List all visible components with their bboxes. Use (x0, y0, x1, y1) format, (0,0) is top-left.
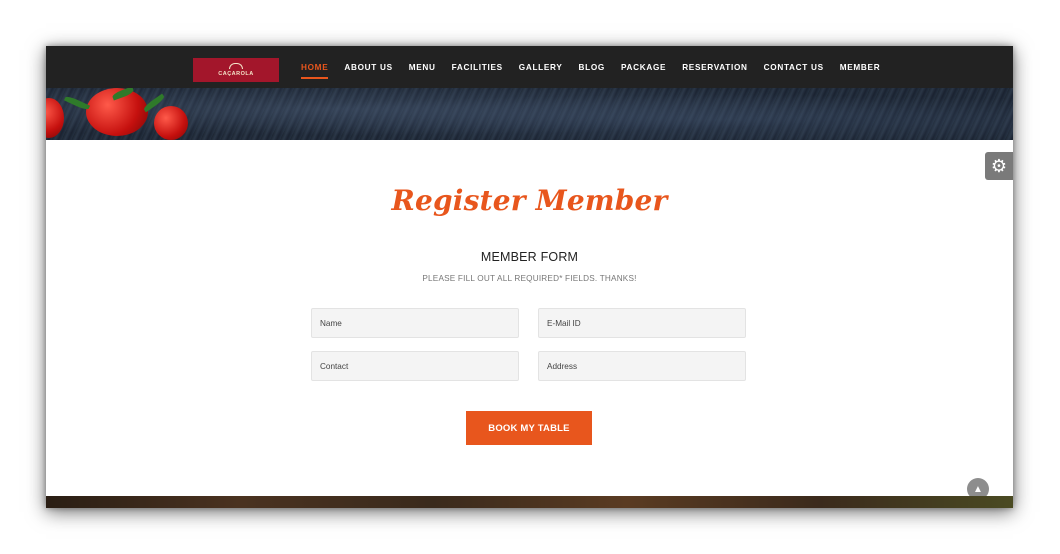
top-navbar: CAÇAROLA HOME ABOUT US MENU FACILITIES G… (46, 46, 1013, 88)
leaf-image (63, 94, 91, 112)
form-heading: MEMBER FORM (480, 250, 579, 264)
book-my-table-button[interactable]: BOOK MY TABLE (466, 411, 592, 445)
name-field[interactable] (311, 308, 519, 338)
contact-field[interactable] (311, 351, 519, 381)
nav-item-about-us[interactable]: ABOUT US (344, 63, 392, 72)
nav-item-package[interactable]: PACKAGE (621, 63, 666, 72)
footer-image-strip (46, 496, 1013, 508)
tomato-image (46, 98, 64, 138)
nav-item-menu[interactable]: MENU (409, 63, 436, 72)
browser-page: CAÇAROLA HOME ABOUT US MENU FACILITIES G… (46, 46, 1013, 508)
main-nav: HOME ABOUT US MENU FACILITIES GALLERY BL… (301, 46, 896, 88)
gear-icon[interactable]: ⚙ (985, 152, 1013, 180)
site-logo[interactable]: CAÇAROLA (193, 58, 279, 82)
main-content: ⚙ Register Member MEMBER FORM PLEASE FIL… (46, 140, 1013, 500)
nav-item-blog[interactable]: BLOG (579, 63, 605, 72)
nav-item-gallery[interactable]: GALLERY (519, 63, 563, 72)
cloche-icon (229, 63, 243, 69)
email-field[interactable] (538, 308, 746, 338)
nav-item-reservation[interactable]: RESERVATION (682, 63, 747, 72)
address-field[interactable] (538, 351, 746, 381)
logo-text: CAÇAROLA (218, 71, 254, 77)
page-title: Register Member (391, 184, 668, 217)
nav-item-home[interactable]: HOME (301, 63, 329, 79)
tomato-image (154, 106, 188, 140)
nav-item-member[interactable]: MEMBER (840, 63, 881, 72)
nav-item-facilities[interactable]: FACILITIES (452, 63, 503, 72)
form-subheading: PLEASE FILL OUT ALL REQUIRED* FIELDS. TH… (422, 274, 637, 283)
hero-banner (46, 88, 1013, 140)
nav-item-contact-us[interactable]: CONTACT US (764, 63, 824, 72)
